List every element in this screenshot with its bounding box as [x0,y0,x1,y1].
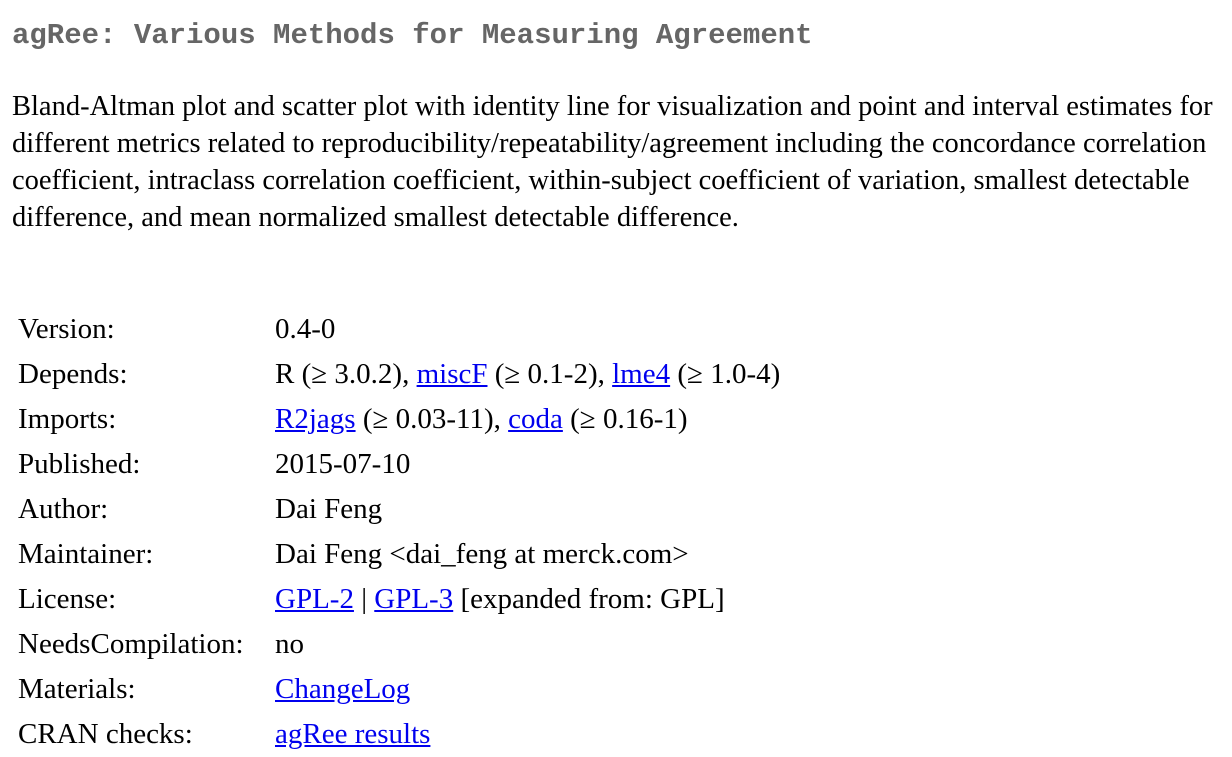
depends-sep-2: (≥ 1.0-4) [670,358,781,390]
materials-label: Materials: [18,673,136,705]
changelog-link[interactable]: ChangeLog [275,673,410,705]
table-row-maintainer: Maintainer: Dai Feng <dai_feng at merck.… [15,532,784,577]
table-row-published: Published: 2015-07-10 [15,442,784,487]
imports-sep-1: (≥ 0.03-11), [355,403,509,435]
table-row-author: Author: Dai Feng [15,487,784,532]
page-title: agRee: Various Methods for Measuring Agr… [12,19,813,52]
author-label: Author: [18,493,109,525]
table-row-cran-checks: CRAN checks: agRee results [15,712,784,757]
version-value: 0.4-0 [275,313,336,345]
needs-compilation-label: NeedsCompilation: [18,628,244,660]
r2jags-link[interactable]: R2jags [275,403,356,435]
version-label: Version: [18,313,115,345]
miscf-link[interactable]: miscF [417,358,488,390]
author-value: Dai Feng [275,493,383,525]
depends-label: Depends: [18,358,128,390]
agree-results-link[interactable]: agRee results [275,718,430,750]
license-sep: | [353,583,375,615]
depends-r-text: R (≥ 3.0.2), [275,358,417,390]
coda-link[interactable]: coda [508,403,563,435]
package-description: Bland-Altman plot and scatter plot with … [12,91,1213,233]
depends-value: R (≥ 3.0.2), miscF (≥ 0.1-2), lme4 (≥ 1.… [272,352,784,397]
depends-sep-1: (≥ 0.1-2), [487,358,613,390]
table-row-needs-compilation: NeedsCompilation: no [15,622,784,667]
license-value: GPL-2 | GPL-3 [expanded from: GPL] [272,577,784,622]
license-label: License: [18,583,117,615]
table-row-license: License: GPL-2 | GPL-3 [expanded from: G… [15,577,784,622]
cran-checks-value: agRee results [272,712,784,757]
license-suffix: [expanded from: GPL] [453,583,725,615]
maintainer-label: Maintainer: [18,538,154,570]
needs-compilation-value: no [275,628,304,660]
table-row-imports: Imports: R2jags (≥ 0.03-11), coda (≥ 0.1… [15,397,784,442]
imports-sep-2: (≥ 0.16-1) [562,403,688,435]
package-details-table: Version: 0.4-0 Depends: R (≥ 3.0.2), mis… [15,307,784,757]
gpl-2-link[interactable]: GPL-2 [275,583,354,615]
table-row-version: Version: 0.4-0 [15,307,784,352]
gpl-3-link[interactable]: GPL-3 [374,583,453,615]
maintainer-value: Dai Feng <dai_feng at merck.com> [275,538,689,570]
published-label: Published: [18,448,141,480]
table-row-depends: Depends: R (≥ 3.0.2), miscF (≥ 0.1-2), l… [15,352,784,397]
cran-checks-label: CRAN checks: [18,718,193,750]
lme4-link[interactable]: lme4 [612,358,670,390]
table-row-materials: Materials: ChangeLog [15,667,784,712]
imports-value: R2jags (≥ 0.03-11), coda (≥ 0.16-1) [272,397,784,442]
imports-label: Imports: [18,403,117,435]
published-value: 2015-07-10 [275,448,411,480]
materials-value: ChangeLog [272,667,784,712]
